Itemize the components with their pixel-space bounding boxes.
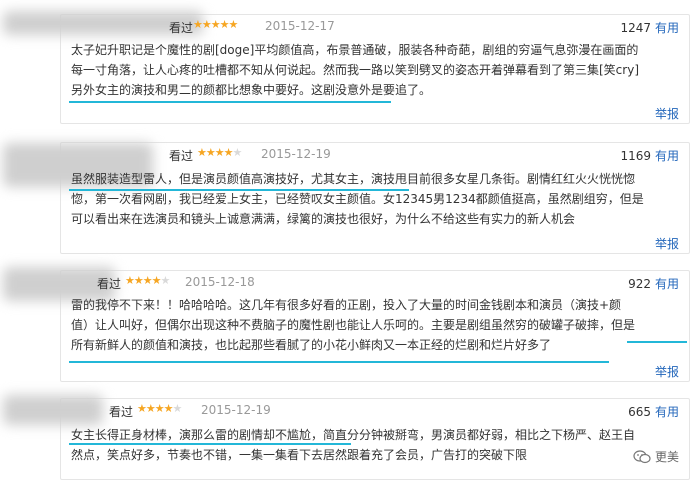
star-filled-icon: ★ [201,18,212,31]
review-card: 看过 ★★★★★ 2015-12-19 665 有用 女主长得正身材棒，演那么雷的… [3,395,690,480]
review-line: 可以看出来在选演员和镜头上诚意满满，绿篱的演技也很好，为什么不给这些有实力的新人… [71,212,576,226]
star-empty-icon: ★ [172,402,183,415]
useful-count: 1247 [620,21,651,35]
review-line: 每一寸角落，让人心疼的吐槽都不知从何说起。然而我一路以笑到劈叉的姿态开着弹幕看到… [71,63,640,77]
review-date: 2015-12-19 [261,147,331,161]
review-meta: 看过 ★★★★★ 2015-12-19 1169 有用 [61,143,689,165]
watch-status: 看过 [169,21,194,35]
review-line: 所有新鲜人的颜值和演技，也比起那些看腻了的小花小鲜肉又一本正经的烂剧和烂片好多了 [71,338,552,352]
review-card: 看过 ★★★★★ 2015-12-18 922 有用 雷的我停不下来！！哈哈哈哈。… [3,267,690,382]
watermark: 更美 [633,448,679,465]
review-meta: 看过 ★★★★★ 2015-12-19 665 有用 [61,399,689,421]
highlight-underline [69,101,391,103]
useful-button[interactable]: 665 有用 [628,403,679,420]
rating-stars: ★★★★★ [137,402,183,415]
review-text: 雷的我停不下来！！哈哈哈哈。这几年有很多好看的正剧，投入了大量的时间金钱剧本和演… [71,295,681,355]
useful-count: 1169 [620,149,651,163]
report-link[interactable]: 举报 [655,105,679,122]
star-filled-icon: ★ [133,274,144,287]
star-empty-icon: ★ [160,274,171,287]
star-filled-icon: ★ [205,146,216,159]
useful-label: 有用 [654,21,679,35]
watch-status: 看过 [109,405,134,419]
watch-status: 看过 [169,149,194,163]
useful-button[interactable]: 922 有用 [628,275,679,292]
watermark-text: 更美 [654,450,679,464]
review-card: 看过 ★★★★★ 2015-12-19 1169 有用 虽然服装造型雷人，但是演员… [3,142,690,254]
star-filled-icon: ★ [228,18,239,31]
review-text: 太子妃升职记是个魔性的剧[doge]平均颜值高，布景普通破，服装各种奇葩，剧组的… [71,40,681,100]
star-filled-icon: ★ [193,18,203,31]
review-meta: 看过 ★★★★★ 2015-12-17 1247 有用 [61,15,689,37]
review-line: 惚，第一次看网剧，我已经爱上女主，已经赞叹女主颜值。女12345男1234都颜值… [71,192,644,206]
useful-label: 有用 [654,277,679,291]
star-filled-icon: ★ [142,274,153,287]
review-line: 虽然服装造型雷人，但是演员颜值高演技好，尤其女主，演技甩目前很多女星几条街。剧情… [71,172,636,186]
rating-stars: ★★★★★ [193,18,239,31]
rating-stars: ★★★★★ [197,146,243,159]
review-card: 看过 ★★★★★ 2015-12-17 1247 有用 太子妃升职记是个魔性的剧[… [3,11,690,124]
star-filled-icon: ★ [151,274,162,287]
star-filled-icon: ★ [163,402,174,415]
watch-status: 看过 [97,277,122,291]
rating-stars: ★★★★★ [125,274,171,287]
star-filled-icon: ★ [145,402,156,415]
star-filled-icon: ★ [137,402,147,415]
highlight-underline [627,341,687,343]
star-empty-icon: ★ [232,146,243,159]
review-line: 女主长得正身材棒，演那么雷的剧情却不尴尬，简直分分钟被掰弯，男演员都好弱，相比之… [71,428,636,442]
useful-count: 665 [628,405,651,419]
review-text: 虽然服装造型雷人，但是演员颜值高演技好，尤其女主，演技甩目前很多女星几条街。剧情… [71,169,681,229]
review-date: 2015-12-17 [265,19,335,33]
star-filled-icon: ★ [197,146,207,159]
star-filled-icon: ★ [214,146,225,159]
star-filled-icon: ★ [223,146,234,159]
review-date: 2015-12-18 [185,275,255,289]
review-line: 雷的我停不下来！！哈哈哈哈。这几年有很多好看的正剧，投入了大量的时间金钱剧本和演… [71,298,622,312]
review-line: 另外女主的演技和男二的颜都比想象中要好。这剧没意外是要追了。 [71,83,432,97]
star-filled-icon: ★ [210,18,221,31]
star-filled-icon: ★ [219,18,230,31]
highlight-underline [69,361,609,363]
useful-label: 有用 [654,149,679,163]
useful-button[interactable]: 1169 有用 [620,147,679,164]
useful-button[interactable]: 1247 有用 [620,19,679,36]
wechat-icon [633,449,651,464]
star-filled-icon: ★ [154,402,165,415]
review-line: 值）让人叫好，但偶尔出现这种不费脑子的魔性剧也能让人乐呵的。主要是剧组虽然穷的破… [71,318,636,332]
review-text: 女主长得正身材棒，演那么雷的剧情却不尴尬，简直分分钟被掰弯，男演员都好弱，相比之… [71,425,681,465]
useful-count: 922 [628,277,651,291]
highlight-underline [69,443,351,445]
review-meta: 看过 ★★★★★ 2015-12-18 922 有用 [61,271,689,293]
review-line: 然点，笑点好多，节奏也不错，一集一集看下去居然跟着充了会员，广告打的突破下限 [71,448,528,462]
review-date: 2015-12-19 [201,403,271,417]
review-line: 太子妃升职记是个魔性的剧[doge]平均颜值高，布景普通破，服装各种奇葩，剧组的… [71,43,639,57]
star-filled-icon: ★ [125,274,135,287]
report-link[interactable]: 举报 [655,363,679,380]
report-link[interactable]: 举报 [655,235,679,252]
useful-label: 有用 [654,405,679,419]
highlight-underline [69,189,409,191]
